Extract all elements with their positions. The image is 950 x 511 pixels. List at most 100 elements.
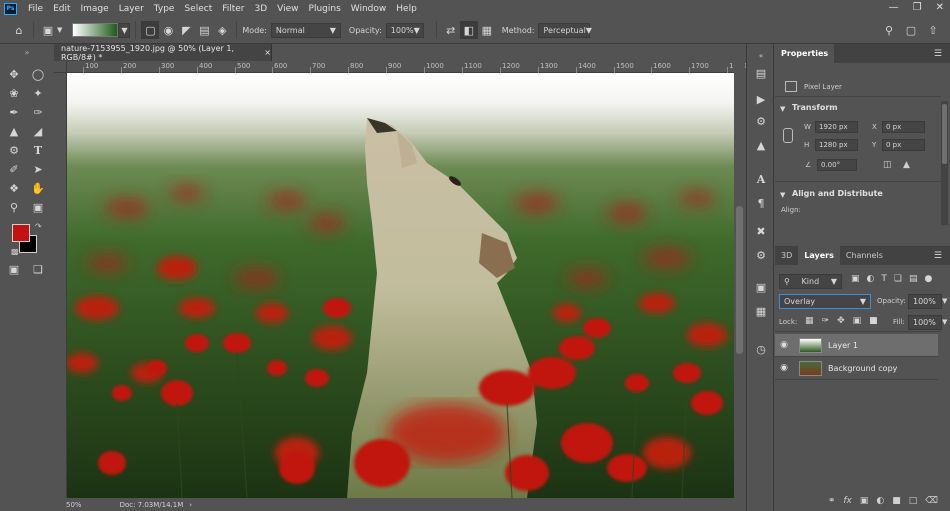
character-icon[interactable]: A	[752, 170, 770, 188]
share-icon[interactable]: ⇧	[924, 21, 942, 39]
chevron-down-icon[interactable]: ▼	[57, 26, 62, 34]
marquee-tool-icon[interactable]: ◯	[30, 66, 46, 82]
type-tool-icon[interactable]: T	[30, 142, 46, 158]
brush-tool-icon[interactable]: ✑	[30, 104, 46, 120]
y-field[interactable]: 0 px	[882, 139, 925, 151]
quick-mask-icon[interactable]: ▣	[30, 199, 46, 215]
workspace-icon[interactable]: ▢	[902, 21, 920, 39]
double-chevron-icon[interactable]: «	[752, 47, 770, 65]
type-filter-icon[interactable]: T	[881, 274, 887, 284]
properties-scrollbar[interactable]	[941, 101, 948, 225]
scroll-thumb[interactable]	[736, 206, 743, 354]
menu-filter[interactable]: Filter	[217, 4, 249, 14]
delete-layer-icon[interactable]: ⌫	[925, 496, 938, 510]
menu-3d[interactable]: 3D	[250, 4, 273, 14]
flip-horizontal-icon[interactable]: ◫	[883, 160, 892, 170]
new-layer-icon[interactable]: □	[909, 496, 918, 510]
close-icon[interactable]: ✕	[936, 2, 944, 13]
chevron-down-icon[interactable]: ▼	[780, 191, 785, 199]
width-field[interactable]: 1920 px	[815, 121, 858, 133]
tools-icon[interactable]: ✖	[752, 222, 770, 240]
lock-all-icon[interactable]: ■	[869, 316, 878, 326]
tab-3d[interactable]: 3D	[775, 246, 798, 265]
dither-icon[interactable]: ◧	[459, 21, 478, 39]
menu-select[interactable]: Select	[179, 4, 217, 14]
zoom-tool-icon[interactable]: ⚲	[6, 199, 22, 215]
scroll-thumb[interactable]	[942, 104, 947, 164]
magic-wand-icon[interactable]: ✦	[30, 85, 46, 101]
hand-tool-icon[interactable]: ✋	[30, 180, 46, 196]
angle-gradient-icon[interactable]: ◤	[177, 21, 195, 39]
height-field[interactable]: 1280 px	[815, 139, 858, 151]
minimize-icon[interactable]: —	[889, 2, 899, 13]
adjustment-filter-icon[interactable]: ◐	[867, 274, 875, 284]
document-tab[interactable]: nature-7153955_1920.jpg @ 50% (Layer 1, …	[54, 44, 272, 62]
pen-tool-icon[interactable]: ✐	[6, 161, 22, 177]
brush-icon[interactable]: ⚙	[752, 246, 770, 264]
home-icon[interactable]: ⌂	[10, 21, 28, 39]
menu-view[interactable]: View	[272, 4, 303, 14]
fx-icon[interactable]: fx	[843, 496, 852, 510]
menu-file[interactable]: File	[23, 4, 48, 14]
zoom-level[interactable]: 50%	[66, 501, 82, 509]
link-icon[interactable]	[783, 128, 793, 143]
toolbar-collapse[interactable]: »	[0, 44, 54, 61]
gradient-dropdown[interactable]: ▼	[118, 22, 131, 38]
flip-vertical-icon[interactable]: ▲	[903, 160, 910, 170]
chevron-down-icon[interactable]: ▼	[780, 105, 785, 113]
menu-layer[interactable]: Layer	[114, 4, 149, 14]
fill-field[interactable]: 100%	[908, 315, 942, 330]
chevron-down-icon[interactable]: ▼	[942, 297, 947, 305]
tab-channels[interactable]: Channels	[840, 246, 889, 265]
diamond-gradient-icon[interactable]: ◈	[213, 21, 231, 39]
path-selection-icon[interactable]: ➤	[30, 161, 46, 177]
stamp-icon[interactable]: ▲	[752, 136, 770, 154]
device-icon[interactable]: ▣	[752, 278, 770, 296]
timeline-icon[interactable]: ◷	[752, 340, 770, 358]
blend-mode-dropdown[interactable]: Overlay ▼	[779, 294, 871, 309]
filter-kind-dropdown[interactable]: ⚲ Kind ▼	[779, 274, 842, 289]
vertical-scrollbar[interactable]	[734, 61, 745, 498]
tab-properties[interactable]: Properties	[775, 44, 835, 63]
chevron-right-icon[interactable]: ›	[189, 501, 192, 509]
shape-filter-icon[interactable]: ❏	[894, 274, 902, 284]
angle-field[interactable]: 0.00°	[817, 159, 857, 171]
transparency-icon[interactable]: ▦	[478, 21, 496, 39]
gradient-tool-icon[interactable]: ▣	[39, 21, 57, 39]
adjustment-layer-icon[interactable]: ◐	[876, 496, 884, 510]
visibility-eye-icon[interactable]: ◉	[775, 363, 793, 373]
stamp-tool-icon[interactable]: ▲	[6, 123, 22, 139]
menu-image[interactable]: Image	[76, 4, 114, 14]
paragraph-icon[interactable]: ¶	[752, 194, 770, 212]
chevron-down-icon[interactable]: ▼	[942, 318, 947, 326]
x-field[interactable]: 0 px	[882, 121, 925, 133]
play-icon[interactable]: ▶	[752, 90, 770, 108]
layer-row[interactable]: ◉ Background copy	[775, 357, 938, 380]
paint-bucket-icon[interactable]: ⚙	[6, 142, 22, 158]
mode-dropdown[interactable]: Normal ▼	[270, 22, 341, 38]
default-colors-icon[interactable]: ▩	[11, 247, 19, 256]
lock-artboard-icon[interactable]: ▣	[853, 316, 862, 326]
eyedropper-icon[interactable]: ✒	[6, 104, 22, 120]
menu-edit[interactable]: Edit	[48, 4, 75, 14]
menu-icon[interactable]: ☰	[934, 49, 942, 59]
reflected-gradient-icon[interactable]: ▤	[195, 21, 213, 39]
menu-icon[interactable]: ☰	[934, 251, 942, 261]
restore-icon[interactable]: ❐	[913, 2, 922, 13]
add-mask-icon[interactable]: ▣	[860, 496, 869, 510]
adjustments-icon[interactable]: ⚙	[752, 112, 770, 130]
move-tool-icon[interactable]: ✥	[6, 66, 22, 82]
menu-plugins[interactable]: Plugins	[304, 4, 346, 14]
swap-colors-icon[interactable]: ↷	[35, 222, 42, 231]
image-filter-icon[interactable]: ▣	[851, 274, 860, 284]
menu-type[interactable]: Type	[149, 4, 180, 14]
layer-comps-icon[interactable]: ▦	[752, 302, 770, 320]
menu-window[interactable]: Window	[346, 4, 392, 14]
eraser-icon[interactable]: ◢	[30, 123, 46, 139]
lock-image-icon[interactable]: ✑	[822, 316, 830, 326]
lasso-tool-icon[interactable]: ❀	[6, 85, 22, 101]
shape-tool-icon[interactable]: ❖	[6, 180, 22, 196]
link-layers-icon[interactable]: ⚭	[828, 496, 836, 510]
visibility-eye-icon[interactable]: ◉	[775, 340, 793, 350]
gradient-picker[interactable]	[72, 23, 119, 37]
